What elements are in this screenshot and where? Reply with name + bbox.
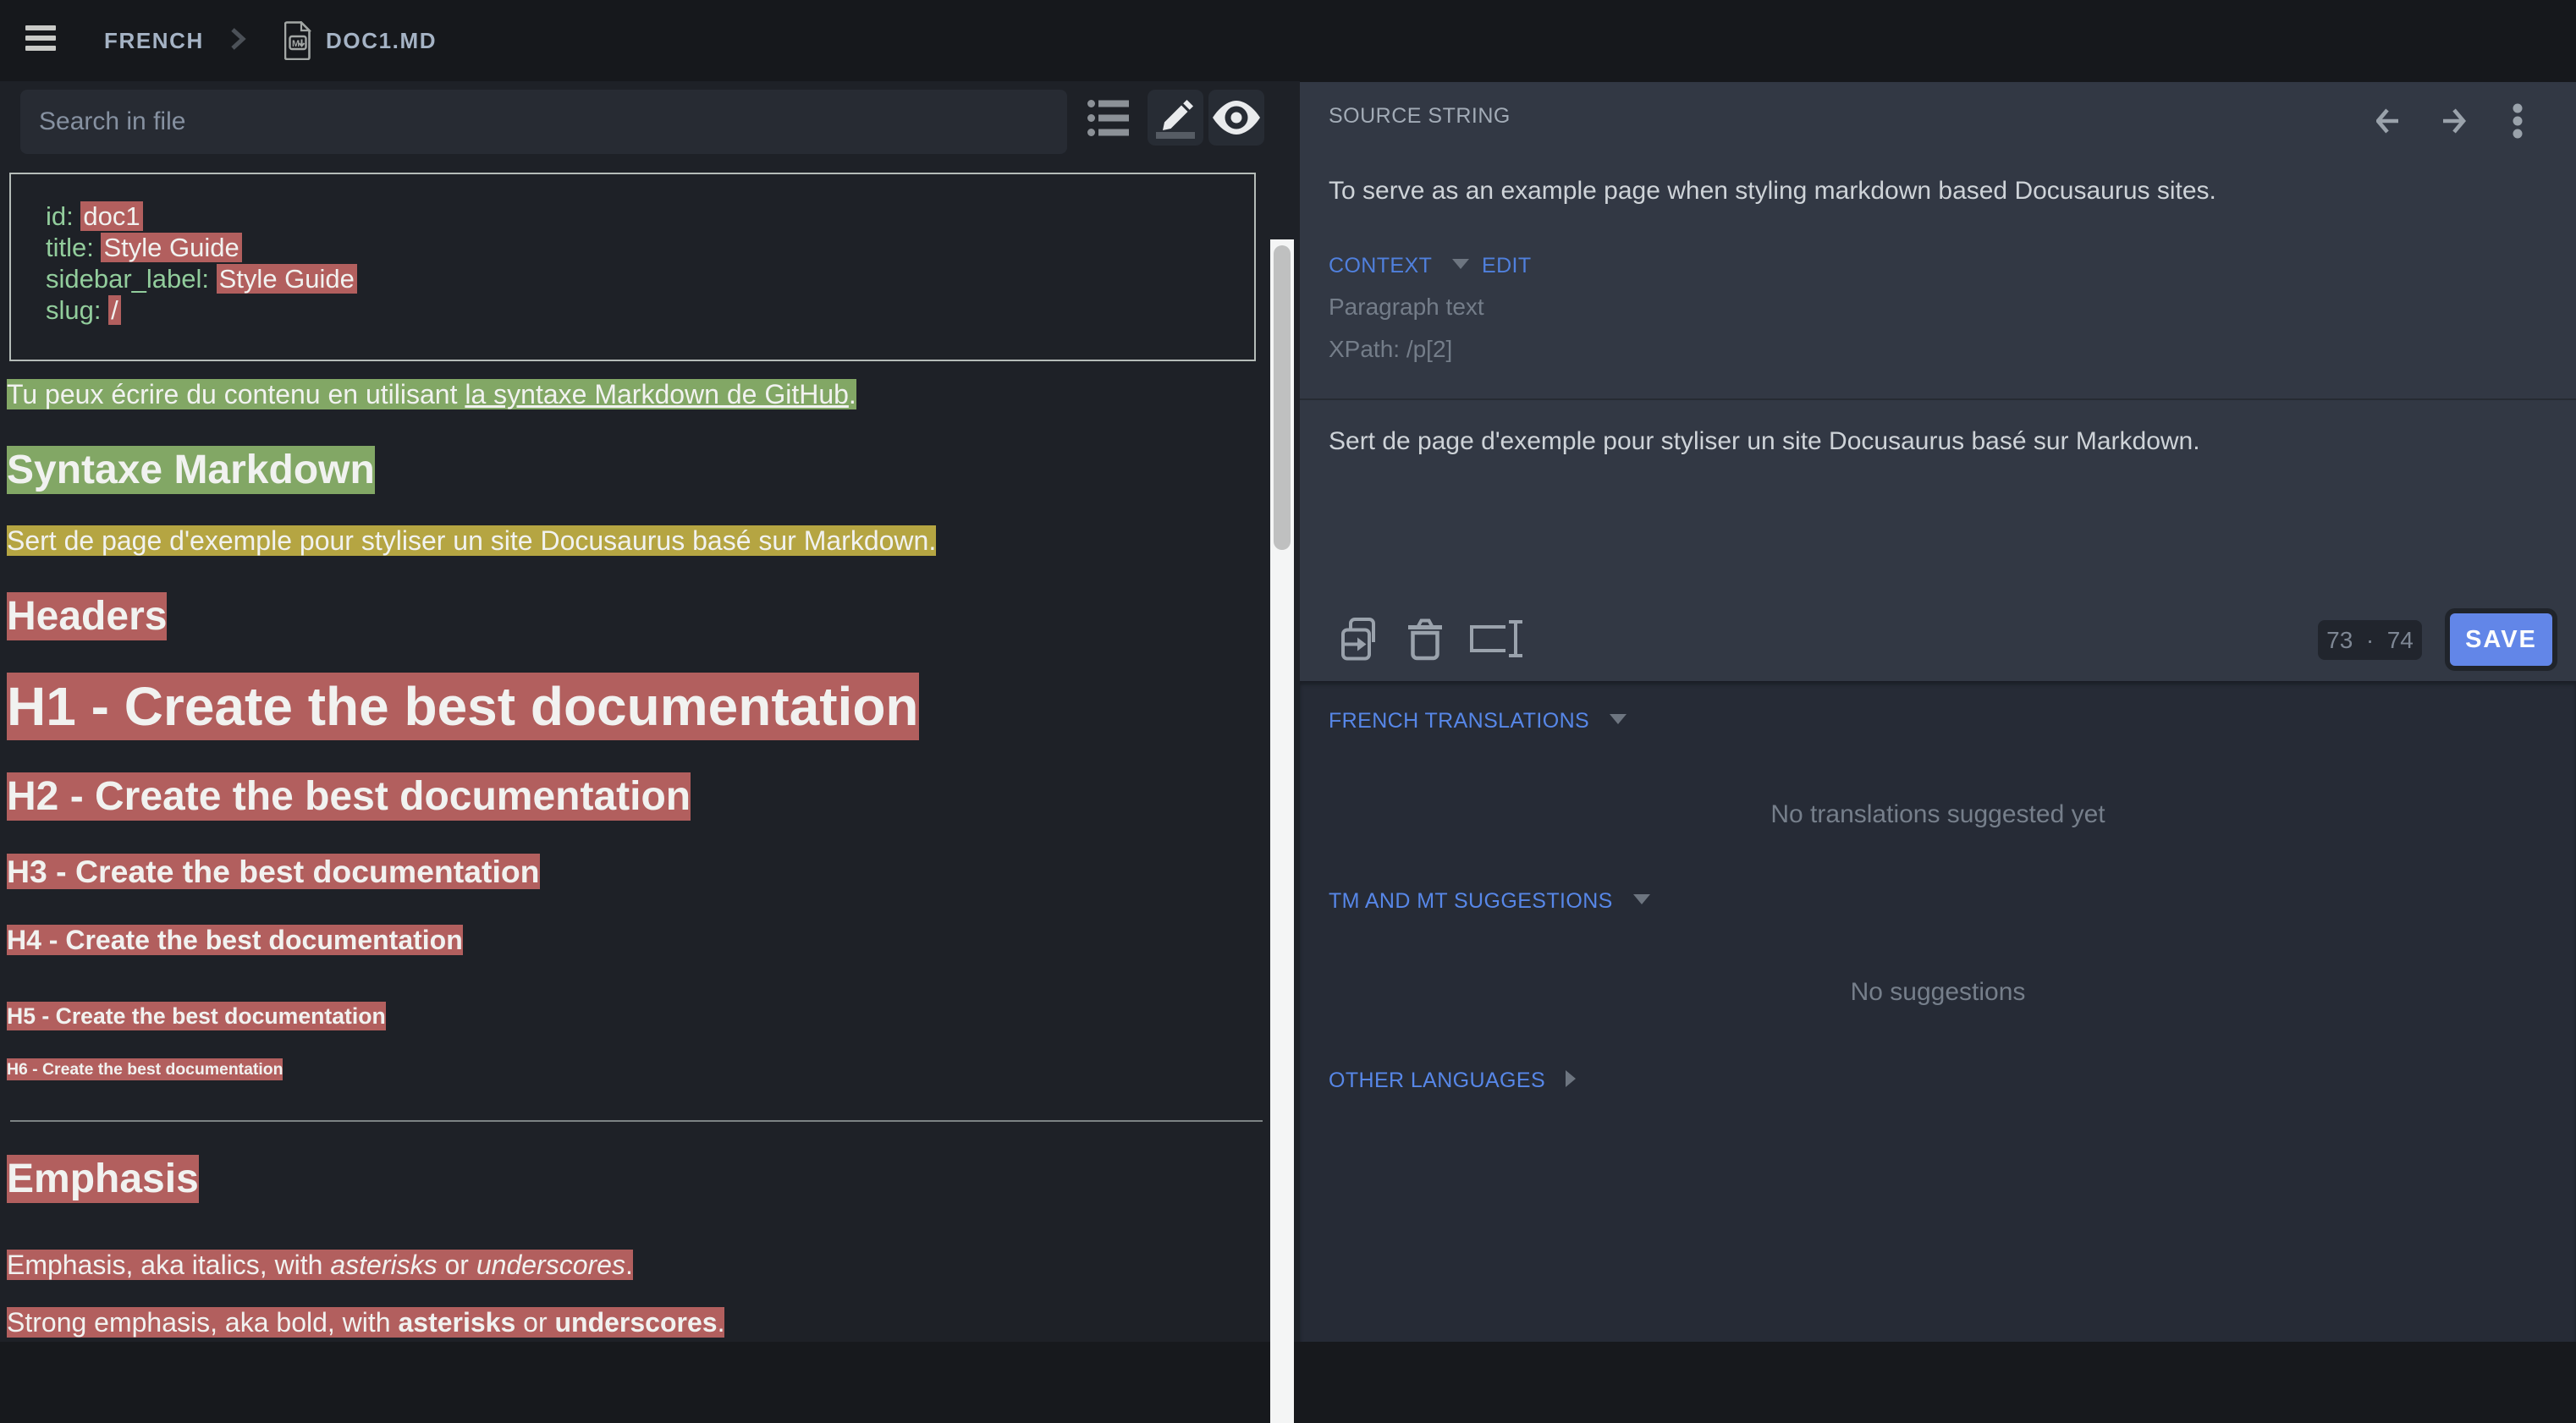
svg-text:M: M (292, 39, 300, 49)
